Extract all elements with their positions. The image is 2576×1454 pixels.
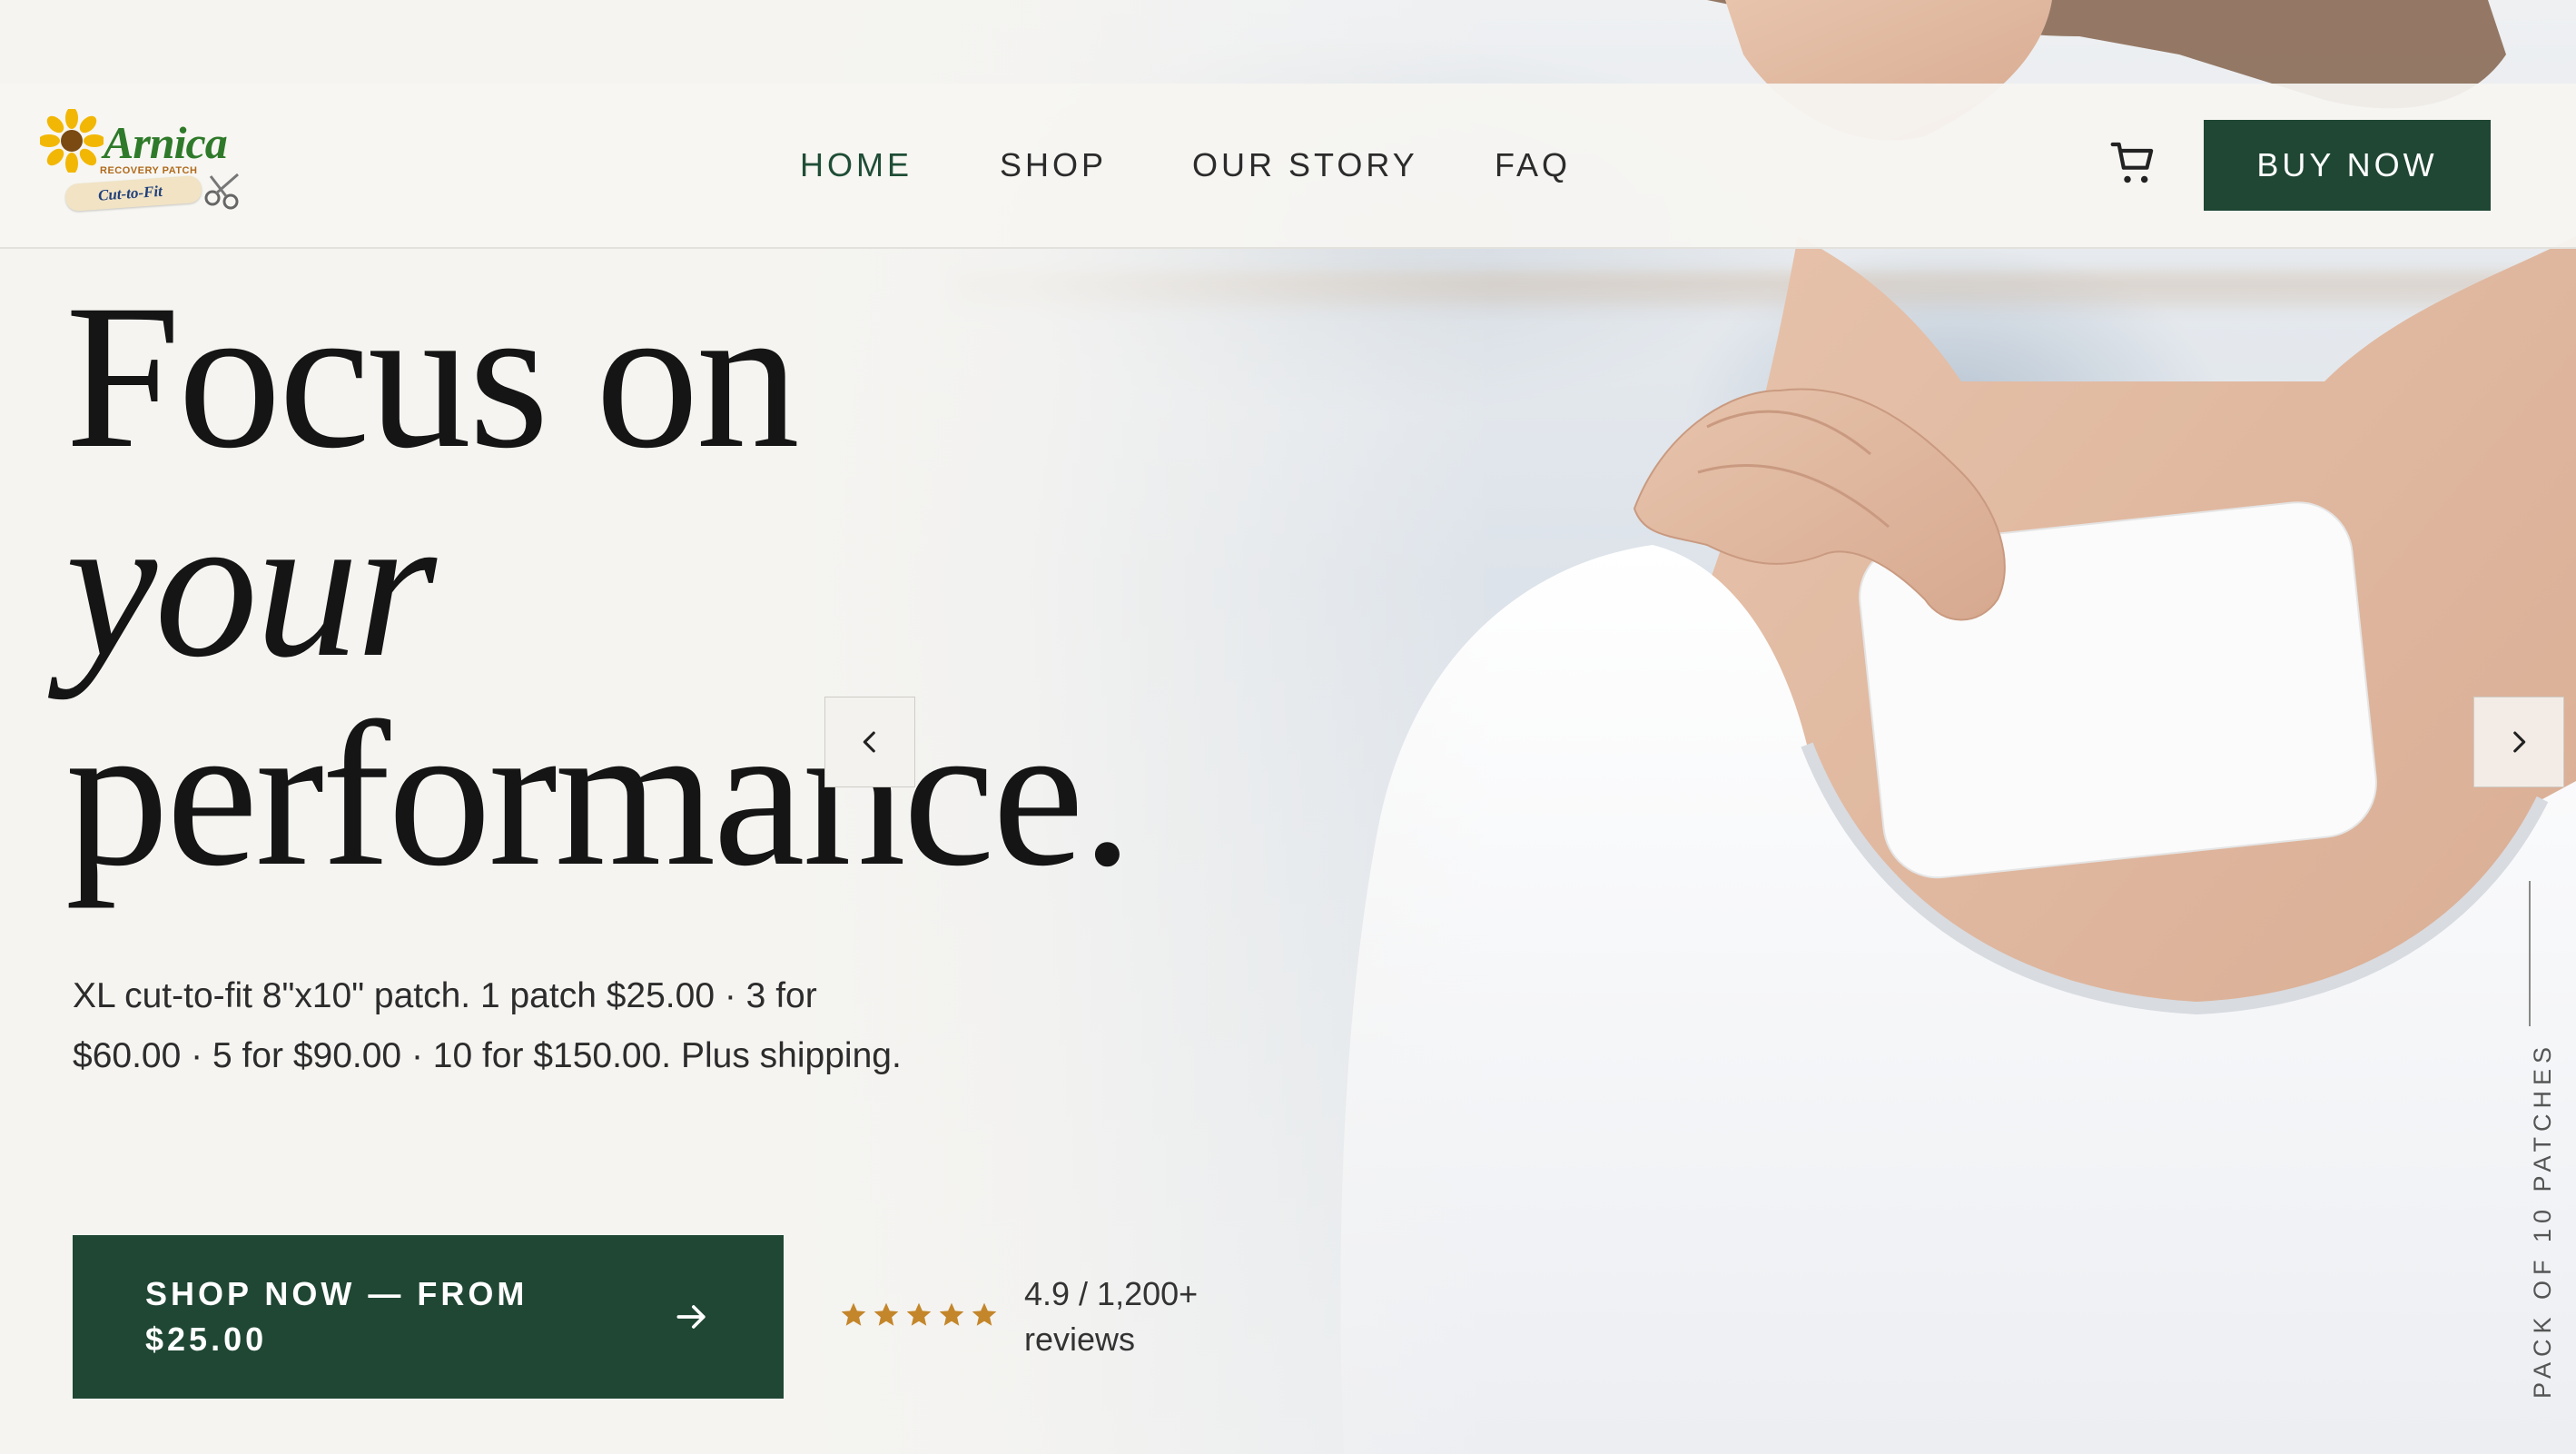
cart-icon[interactable] [2108,138,2159,189]
hero-description: XL cut-to-fit 8"x10" patch. 1 patch $25.… [73,976,902,1075]
logo-tag-banner: Cut-to-Fit [64,174,202,213]
nav-faq[interactable]: FAQ [1495,146,1571,184]
brand-logo[interactable]: Arnica RECOVERY PATCH Cut-to-Fit [40,109,258,220]
star-icon [972,1302,997,1326]
star-icon [906,1302,932,1326]
carousel-next-button[interactable] [2473,697,2564,787]
nav-shop[interactable]: SHOP [1000,146,1107,184]
arrow-right-icon [676,1305,706,1329]
scissors-icon [204,173,239,210]
hero-headline: Focus on your performance. [65,262,1133,909]
logo-wordmark: Arnica [104,117,228,168]
chevron-left-icon [863,731,875,753]
side-divider [2529,881,2531,1026]
headline-line-2: your [65,471,437,700]
star-icon [841,1302,866,1326]
logo-tag-text: Cut-to-Fit [97,182,163,204]
rating-text: 4.9 / 1,200+ reviews [1024,1275,1199,1358]
headline-line-1: Focus on [65,262,800,491]
rating-stars [839,1301,999,1330]
star-icon [939,1302,964,1326]
carousel-prev-button[interactable] [824,697,915,787]
nav-home[interactable]: HOME [800,146,913,184]
shop-now-button[interactable]: SHOP NOW — FROM $25.00 [73,1235,784,1399]
site-header: Arnica RECOVERY PATCH Cut-to-Fit HOME SH… [0,84,2576,249]
star-icon [873,1302,899,1326]
chevron-right-icon [2513,731,2526,753]
shop-now-label: SHOP NOW — FROM $25.00 [145,1275,528,1358]
logo-subtitle: RECOVERY PATCH [100,165,198,176]
nav-our-story[interactable]: OUR STORY [1192,146,1418,184]
buy-now-button[interactable]: BUY NOW [2204,120,2491,211]
sunflower-icon [40,109,104,173]
headline-line-3: performance. [65,680,1133,909]
pack-label: PACK OF 10 PATCHES [2529,1041,2556,1399]
